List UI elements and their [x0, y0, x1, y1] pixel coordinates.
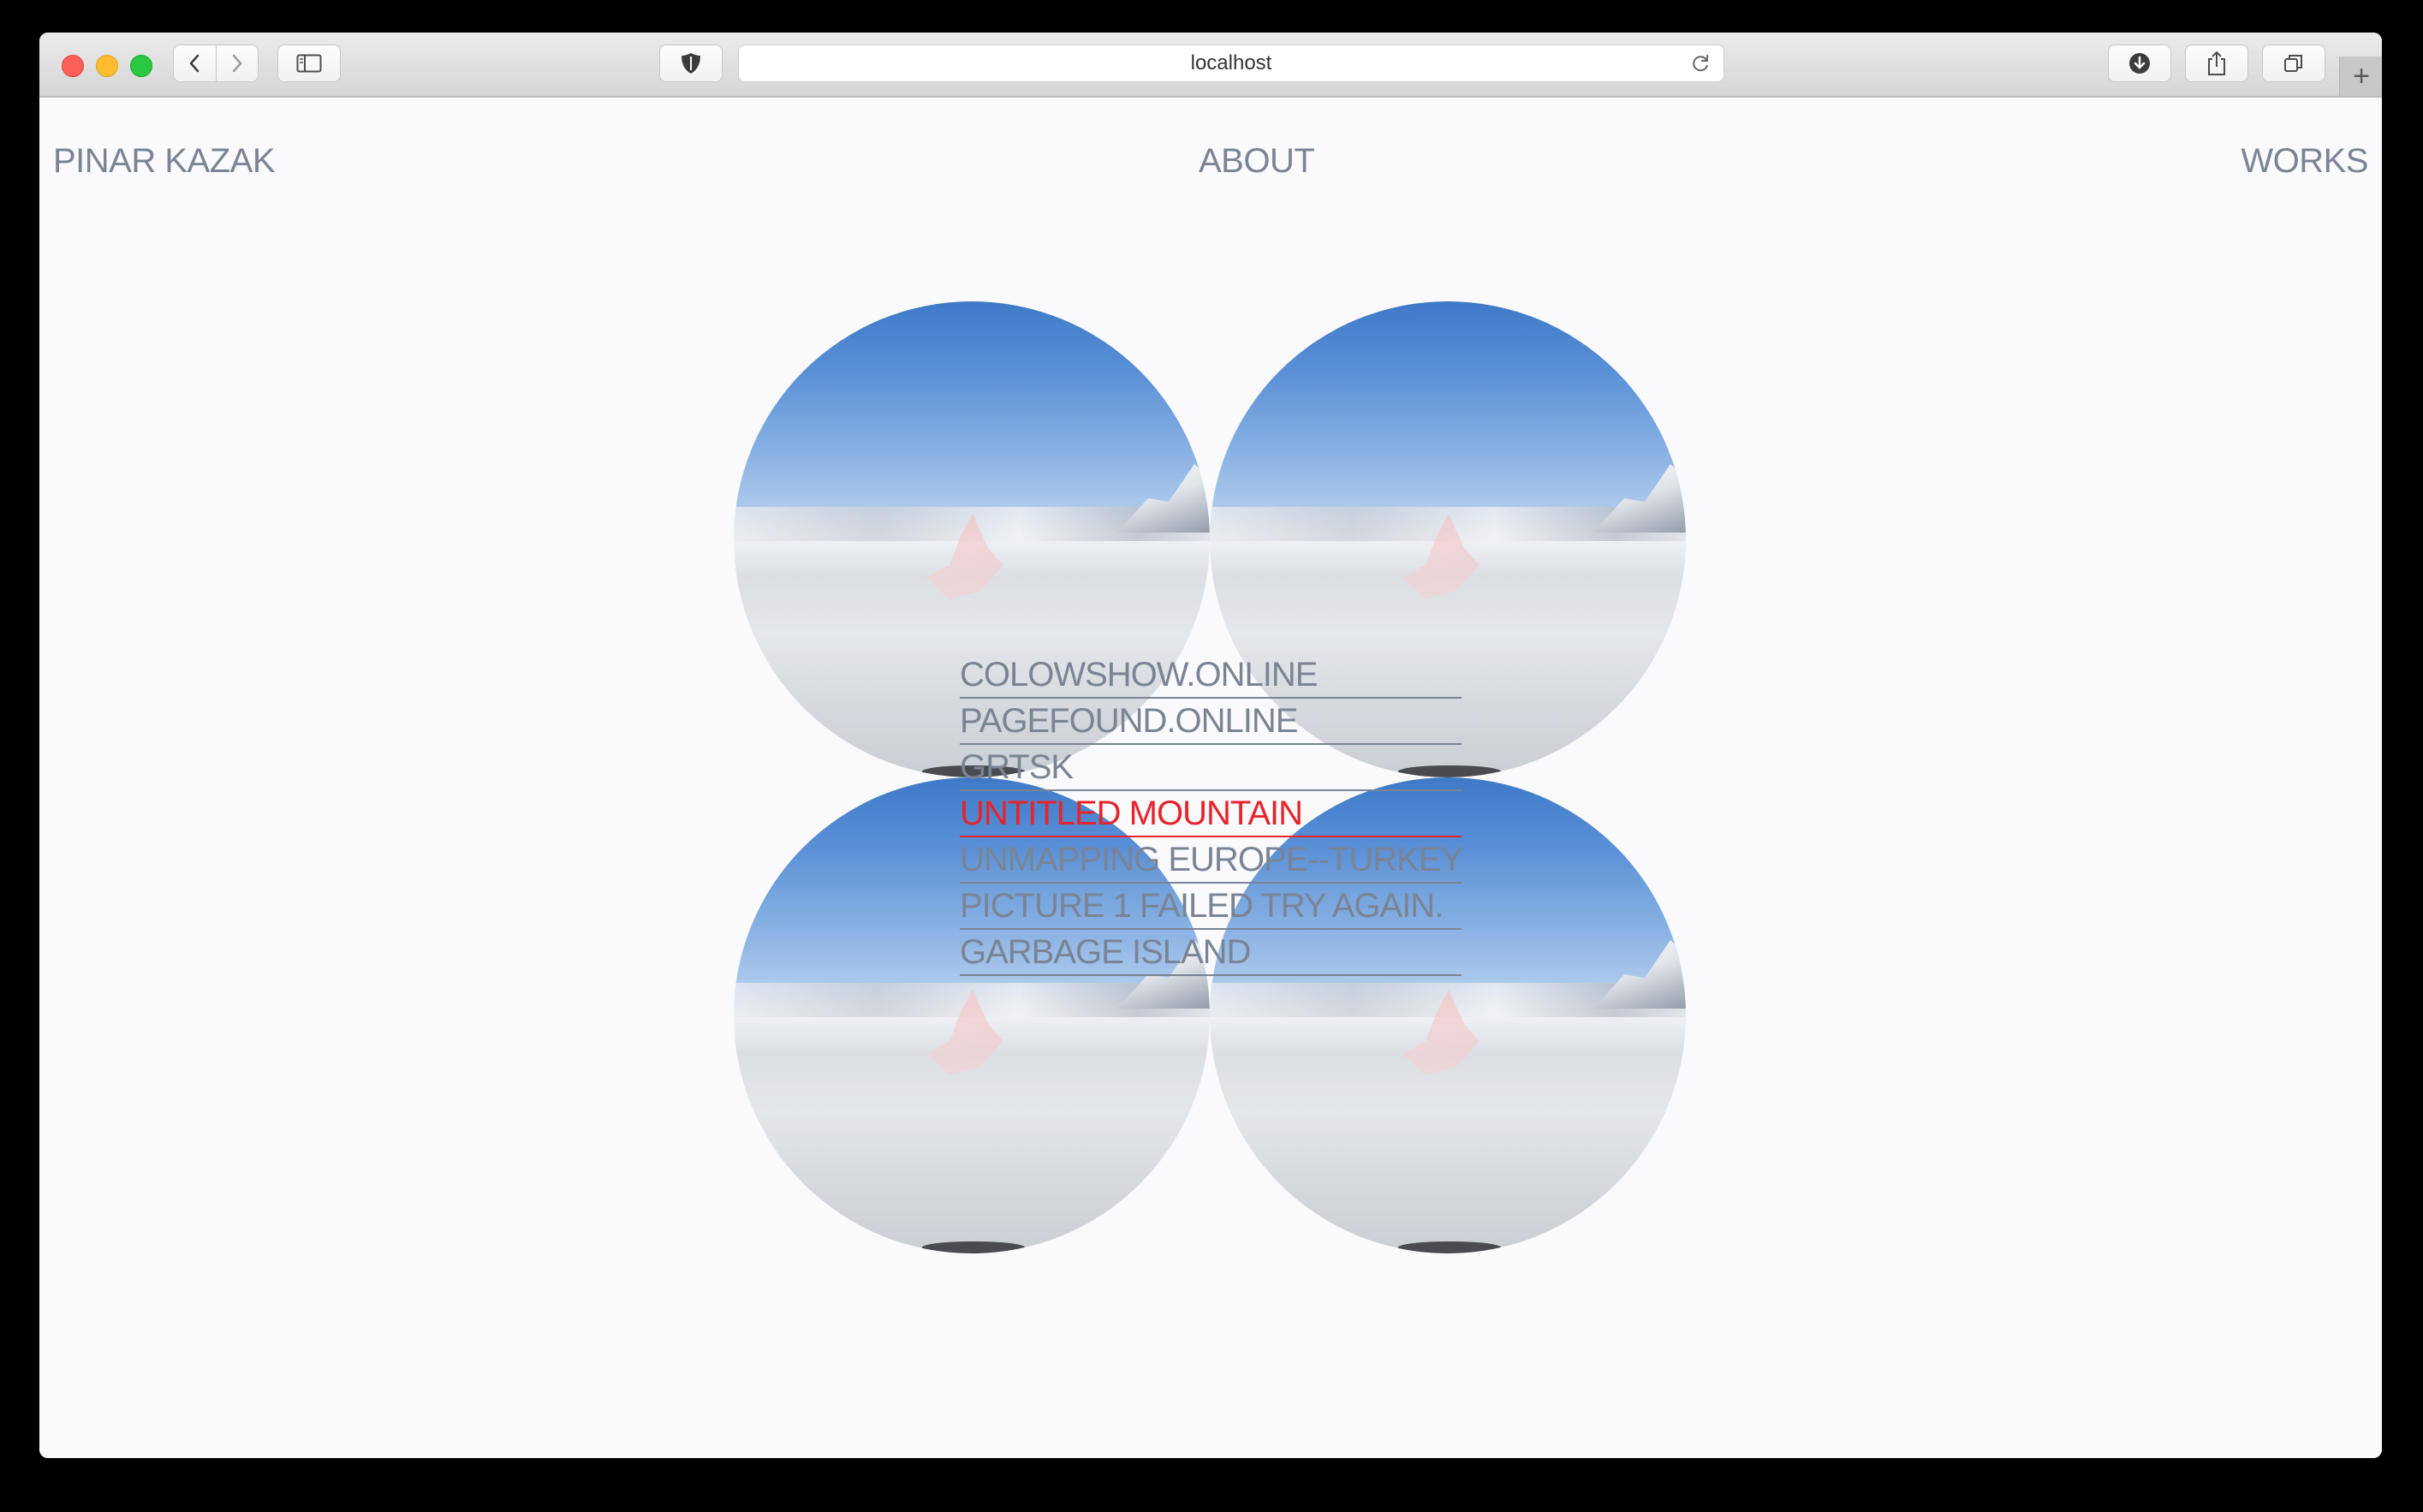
work-link-garbage-island[interactable]: GARBAGE ISLAND	[960, 930, 1462, 976]
work-link-pagefound[interactable]: PAGEFOUND.ONLINE	[960, 699, 1462, 745]
tab-overview-button[interactable]	[2262, 45, 2325, 82]
downloads-button[interactable]	[2108, 45, 2171, 82]
history-nav	[173, 45, 259, 82]
sidebar-icon	[296, 54, 322, 73]
plus-icon: +	[2353, 59, 2370, 92]
fullscreen-window-button[interactable]	[130, 55, 152, 77]
work-link-colowshow[interactable]: COLOWSHOW.ONLINE	[960, 652, 1462, 699]
site-name-link[interactable]: PINAR KAZAK	[53, 142, 276, 181]
sidebar-toggle-button[interactable]	[277, 45, 341, 82]
share-button[interactable]	[2185, 45, 2248, 82]
close-window-button[interactable]	[62, 55, 84, 77]
work-link-picture-1-failed[interactable]: PICTURE 1 FAILED TRY AGAIN.	[960, 884, 1462, 930]
work-link-untitled-mountain[interactable]: UNTITLED MOUNTAIN	[960, 791, 1462, 837]
nav-works-link[interactable]: WORKS	[2241, 142, 2368, 181]
reload-icon[interactable]	[1689, 52, 1712, 80]
download-icon	[2129, 53, 2150, 74]
address-text: localhost	[1190, 51, 1272, 74]
forward-button[interactable]	[215, 45, 259, 81]
webpage: PINAR KAZAK ABOUT WORKS COLOWSHOW.ONLINE…	[39, 98, 2382, 1458]
address-bar[interactable]: localhost	[738, 45, 1724, 82]
share-icon	[2208, 51, 2225, 75]
works-list: COLOWSHOW.ONLINE PAGEFOUND.ONLINE GRTSK …	[960, 652, 1463, 976]
privacy-report-button[interactable]	[659, 45, 723, 82]
work-link-unmapping-europe[interactable]: UNMAPPING EUROPE--TURKEY	[960, 837, 1463, 884]
chevron-right-icon	[232, 54, 241, 73]
browser-toolbar: localhost +	[39, 33, 2382, 98]
tabs-icon	[2284, 55, 2302, 72]
browser-window: localhost + PINAR KAZAK ABOUT WORKS COLO…	[39, 33, 2382, 1458]
nav-about-link[interactable]: ABOUT	[1199, 142, 1315, 181]
chevron-left-icon	[190, 54, 199, 73]
work-link-grtsk[interactable]: GRTSK	[960, 745, 1462, 791]
minimize-window-button[interactable]	[96, 55, 118, 77]
new-tab-button[interactable]: +	[2339, 57, 2382, 96]
back-button[interactable]	[174, 45, 216, 81]
shield-icon	[682, 53, 700, 74]
